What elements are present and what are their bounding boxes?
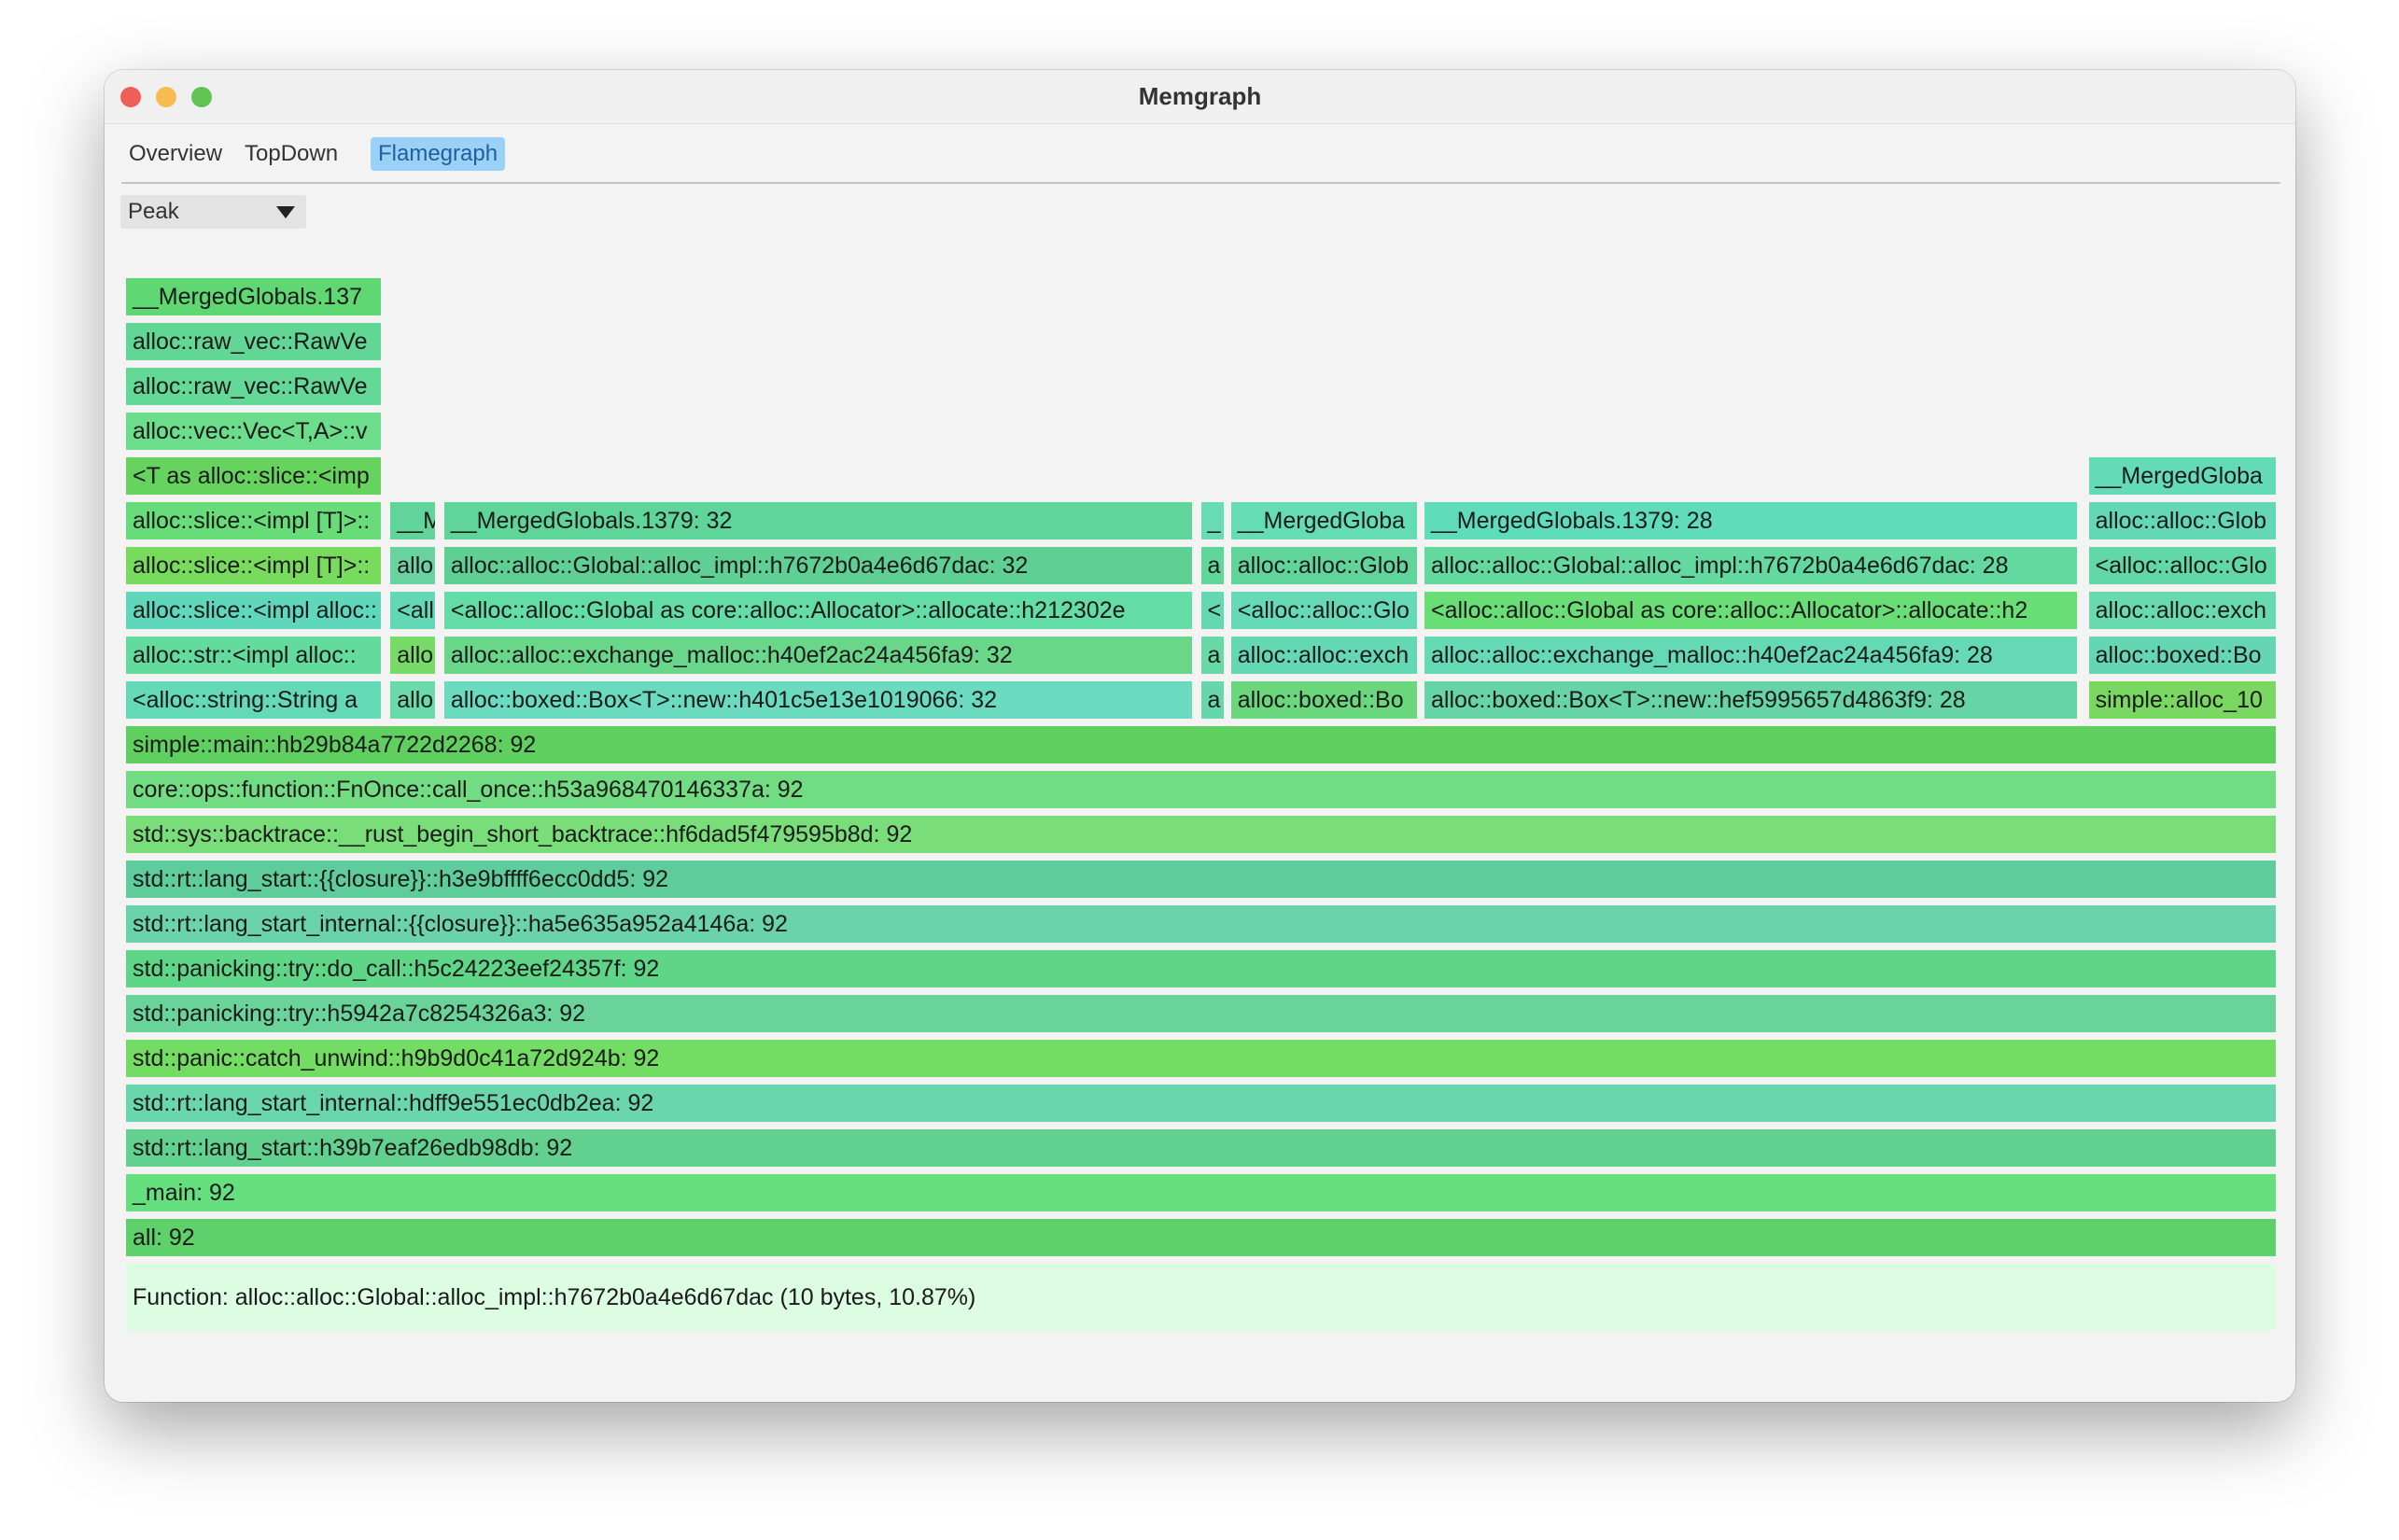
flame-frame[interactable]: <alloc::alloc::Glo — [2088, 547, 2276, 584]
flame-frame[interactable]: alloc::alloc::exch — [2088, 592, 2276, 629]
flame-frame[interactable]: alloc::alloc::Global::alloc_impl::h7672b… — [443, 547, 1192, 584]
flame-frame[interactable]: allo — [390, 637, 435, 674]
flame-frame[interactable]: alloc::alloc::Glob — [1230, 547, 1418, 584]
flame-frame[interactable]: <all — [390, 592, 435, 629]
flame-frame[interactable]: simple::alloc_10 — [2088, 681, 2276, 719]
flame-frame[interactable]: alloc::alloc::Glob — [2088, 502, 2276, 539]
flame-frame[interactable]: alloc::boxed::Box<T>::new::hef5995657d48… — [1424, 681, 2078, 719]
flame-frame[interactable]: alloc::slice::<impl [T]>:: — [126, 547, 382, 584]
flame-frame[interactable]: all: 92 — [126, 1219, 2276, 1256]
flame-frame[interactable]: __MergedGlobals.1379: 32 — [443, 502, 1192, 539]
flame-frame[interactable]: simple::main::hb29b84a7722d2268: 92 — [126, 726, 2276, 763]
flame-frame[interactable]: __MergedGloba — [2088, 457, 2276, 495]
flame-frame[interactable]: std::panicking::try::h5942a7c8254326a3: … — [126, 995, 2276, 1032]
flame-frame[interactable]: <alloc::alloc::Glo — [1230, 592, 1418, 629]
flame-frame[interactable]: < — [1200, 592, 1225, 629]
flame-frame[interactable]: std::rt::lang_start::h39b7eaf26edb98db: … — [126, 1129, 2276, 1167]
flame-frame[interactable]: std::panic::catch_unwind::h9b9d0c41a72d9… — [126, 1040, 2276, 1077]
flame-frame[interactable]: core::ops::function::FnOnce::call_once::… — [126, 771, 2276, 808]
flame-frame[interactable]: a — [1200, 547, 1225, 584]
flame-frame[interactable]: alloc::boxed::Box<T>::new::h401c5e13e101… — [443, 681, 1192, 719]
flame-frame[interactable]: a — [1200, 637, 1225, 674]
flame-frame[interactable]: <alloc::alloc::Global as core::alloc::Al… — [1424, 592, 2078, 629]
flame-frame[interactable]: std::rt::lang_start::{{closure}}::h3e9bf… — [126, 861, 2276, 898]
flame-frame[interactable]: alloc::boxed::Bo — [1230, 681, 1418, 719]
app-window: Memgraph Overview TopDown Flamegraph Pea… — [105, 70, 2295, 1402]
flame-frame[interactable]: std::rt::lang_start_internal::hdff9e551e… — [126, 1085, 2276, 1122]
flame-frame[interactable]: __MergedGlobals.137 — [126, 278, 382, 315]
flame-frame[interactable]: alloc::raw_vec::RawVe — [126, 368, 382, 405]
flame-frame[interactable]: alloc::vec::Vec<T,A>::v — [126, 413, 382, 450]
flame-frame[interactable]: a — [1200, 681, 1225, 719]
chevron-down-icon — [276, 206, 295, 218]
flame-frame[interactable]: alloc::alloc::exchange_malloc::h40ef2ac2… — [443, 637, 1192, 674]
flame-frame[interactable]: __M — [390, 502, 435, 539]
tab-divider — [121, 182, 2280, 184]
flame-frame[interactable]: allo — [390, 547, 435, 584]
flame-frame[interactable]: alloc::str::<impl alloc:: — [126, 637, 382, 674]
status-text: Function: alloc::alloc::Global::alloc_im… — [133, 1284, 976, 1310]
tab-flamegraph[interactable]: Flamegraph — [371, 137, 506, 171]
flame-frame[interactable]: std::sys::backtrace::__rust_begin_short_… — [126, 816, 2276, 853]
flame-frame[interactable]: alloc::alloc::exchange_malloc::h40ef2ac2… — [1424, 637, 2078, 674]
flame-frame[interactable]: alloc::alloc::Global::alloc_impl::h7672b… — [1424, 547, 2078, 584]
tab-topdown[interactable]: TopDown — [237, 137, 345, 171]
flame-frame[interactable]: alloc::alloc::exch — [1230, 637, 1418, 674]
mode-dropdown-value: Peak — [128, 199, 179, 224]
flame-frame[interactable]: __MergedGlobals.1379: 28 — [1424, 502, 2078, 539]
flame-frame[interactable]: __MergedGloba — [1230, 502, 1418, 539]
flame-frame[interactable]: _ — [1200, 502, 1225, 539]
flame-frame[interactable]: <T as alloc::slice::<imp — [126, 457, 382, 495]
flame-frame[interactable]: alloc::raw_vec::RawVe — [126, 323, 382, 360]
flame-frame[interactable]: <alloc::string::String a — [126, 681, 382, 719]
flame-frame[interactable]: std::panicking::try::do_call::h5c24223ee… — [126, 950, 2276, 987]
flame-frame[interactable]: std::rt::lang_start_internal::{{closure}… — [126, 905, 2276, 943]
flame-frame[interactable]: _main: 92 — [126, 1174, 2276, 1211]
flame-frame[interactable]: <alloc::alloc::Global as core::alloc::Al… — [443, 592, 1192, 629]
flame-frame[interactable]: alloc::boxed::Bo — [2088, 637, 2276, 674]
mode-dropdown[interactable]: Peak — [120, 195, 306, 229]
flame-frame[interactable]: alloc::slice::<impl alloc:: — [126, 592, 382, 629]
window-title: Memgraph — [1138, 82, 1262, 110]
status-panel: Function: alloc::alloc::Global::alloc_im… — [126, 1264, 2276, 1331]
tab-overview[interactable]: Overview — [121, 137, 230, 171]
title-bar: Memgraph — [105, 70, 2295, 124]
flame-frame[interactable]: allo — [390, 681, 435, 719]
flame-frame[interactable]: alloc::slice::<impl [T]>:: — [126, 502, 382, 539]
